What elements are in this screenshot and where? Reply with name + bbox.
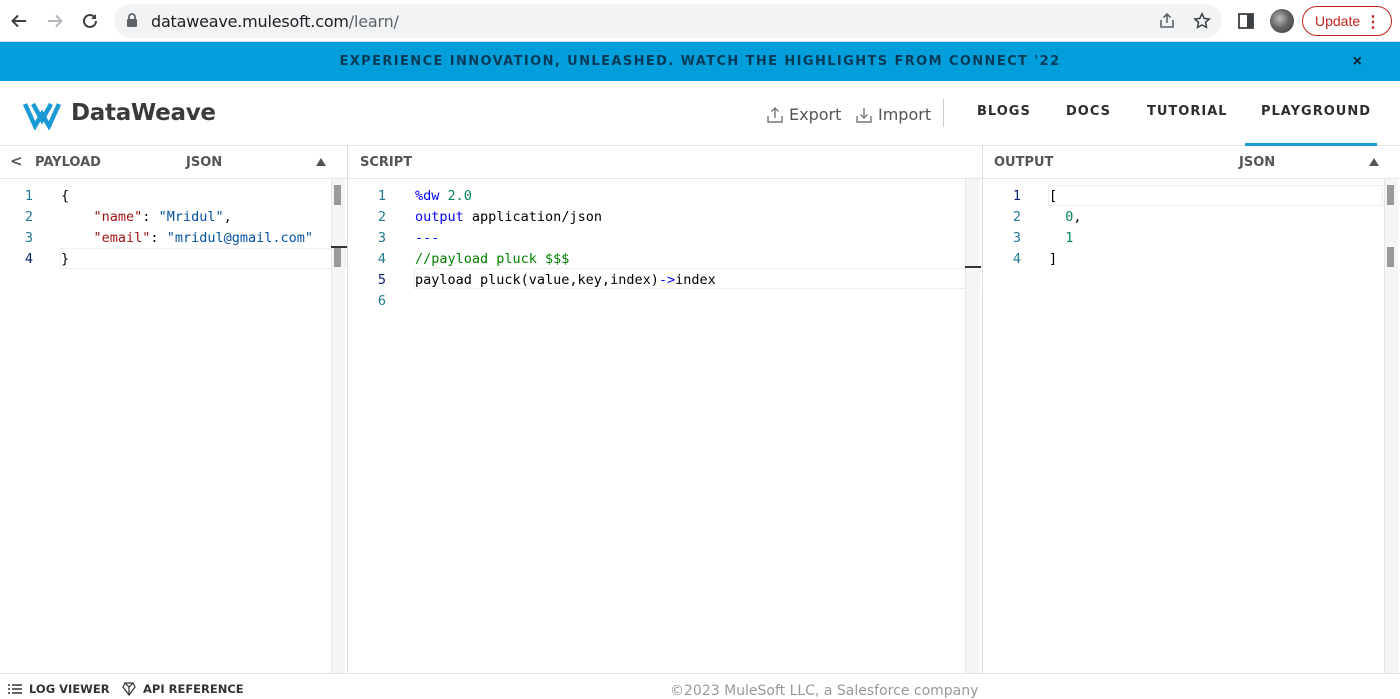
- side-panel-icon[interactable]: [1235, 10, 1257, 32]
- output-line-numbers: 1 2 3 4: [1001, 186, 1021, 270]
- code-line: payload pluck(value,key,index)->index: [415, 272, 716, 288]
- copyright-text: ©2023 MuleSoft LLC, a Salesforce company: [670, 683, 979, 699]
- code-line: "name": "Mridul",: [93, 209, 232, 225]
- nav-tutorial[interactable]: TUTORIAL: [1147, 104, 1228, 119]
- update-button[interactable]: Update ⋮: [1302, 6, 1392, 36]
- scroll-thumb[interactable]: [334, 247, 341, 267]
- script-title: SCRIPT: [360, 155, 413, 170]
- update-label: Update: [1315, 13, 1361, 29]
- line-number: 4: [377, 251, 386, 267]
- line-number: 2: [377, 209, 386, 225]
- banner-close-icon[interactable]: ×: [1353, 53, 1362, 71]
- more-menu-icon[interactable]: ⋮: [1365, 12, 1381, 32]
- line-number: 4: [24, 251, 33, 267]
- script-header: SCRIPT: [348, 146, 982, 179]
- payload-header: < PAYLOAD JSON: [0, 146, 347, 179]
- code-line: 0,: [1065, 209, 1082, 225]
- code-line: [: [1049, 188, 1058, 204]
- payload-editor[interactable]: { "name": "Mridul", "email": "mridul@gma…: [61, 186, 313, 270]
- forward-arrow-icon[interactable]: [44, 10, 66, 32]
- collapse-payload-icon[interactable]: <: [10, 152, 23, 170]
- output-scrollbar[interactable]: [1384, 179, 1398, 673]
- code-line: "email": "mridul@gmail.com": [93, 230, 313, 246]
- output-format-caret-icon[interactable]: [1369, 158, 1379, 166]
- payload-panel: < PAYLOAD JSON 1 2 3 4 { "name": "Mridul…: [0, 146, 347, 673]
- share-icon[interactable]: [1157, 11, 1177, 31]
- code-line: {: [61, 188, 70, 204]
- output-format-select[interactable]: JSON: [1239, 155, 1275, 170]
- output-panel: OUTPUT JSON 1 2 3 4 [ 0, 1 ]: [983, 146, 1400, 673]
- address-bar[interactable]: dataweave.mulesoft.com/learn/: [114, 4, 1222, 38]
- payload-format-select[interactable]: JSON: [186, 155, 222, 170]
- api-reference-label: API REFERENCE: [143, 682, 244, 696]
- reload-icon[interactable]: [79, 10, 101, 32]
- back-arrow-icon[interactable]: [8, 10, 30, 32]
- import-label: Import: [878, 105, 932, 124]
- payload-line-numbers: 1 2 3 4: [13, 186, 33, 270]
- export-label: Export: [789, 105, 842, 124]
- scroll-thumb[interactable]: [334, 185, 341, 205]
- output-header: OUTPUT JSON: [983, 146, 1400, 179]
- export-button[interactable]: Export: [766, 105, 841, 124]
- code-line: output application/json: [415, 209, 602, 225]
- nav-playground[interactable]: PLAYGROUND: [1261, 104, 1371, 119]
- dataweave-logo-icon[interactable]: [22, 98, 62, 130]
- payload-scrollbar[interactable]: [331, 179, 345, 673]
- header-divider: [943, 99, 944, 127]
- export-icon: [767, 106, 783, 123]
- line-number: 3: [24, 230, 33, 246]
- output-title: OUTPUT: [994, 155, 1054, 170]
- line-number: 5: [377, 272, 386, 288]
- nav-blogs[interactable]: BLOGS: [977, 104, 1031, 119]
- lock-icon: [126, 13, 138, 33]
- nav-docs[interactable]: DOCS: [1066, 104, 1111, 119]
- scroll-thumb[interactable]: [1387, 247, 1394, 267]
- bookmark-star-icon[interactable]: [1192, 11, 1212, 31]
- line-number: 1: [1012, 188, 1021, 204]
- app-header: DataWeave Export Import BLOGS DOCS TUTOR…: [0, 81, 1400, 146]
- log-viewer-label: LOG VIEWER: [29, 682, 110, 696]
- payload-format-caret-icon[interactable]: [316, 158, 326, 166]
- script-editor[interactable]: %dw 2.0 output application/json --- //pa…: [415, 186, 716, 312]
- banner-text[interactable]: EXPERIENCE INNOVATION, UNLEASHED. WATCH …: [339, 54, 1060, 69]
- book-icon: [122, 682, 136, 696]
- code-line: 1: [1065, 230, 1074, 246]
- output-viewer[interactable]: [ 0, 1 ]: [1049, 186, 1082, 270]
- line-number: 2: [1012, 209, 1021, 225]
- browser-toolbar: dataweave.mulesoft.com/learn/ Update ⋮: [0, 0, 1400, 42]
- code-line: }: [61, 251, 70, 267]
- line-number: 4: [1012, 251, 1021, 267]
- import-icon: [856, 107, 872, 123]
- url-text: dataweave.mulesoft.com/learn/: [151, 12, 399, 31]
- script-line-numbers: 1 2 3 4 5 6: [366, 186, 386, 312]
- import-button[interactable]: Import: [855, 105, 931, 124]
- scroll-thumb[interactable]: [1387, 185, 1394, 205]
- line-number: 3: [377, 230, 386, 246]
- line-number: 3: [1012, 230, 1021, 246]
- overview-ruler-marker: [965, 266, 981, 268]
- api-reference-button[interactable]: API REFERENCE: [122, 682, 244, 696]
- code-line: %dw 2.0: [415, 188, 472, 204]
- line-number: 1: [377, 188, 386, 204]
- code-line: ]: [1049, 251, 1058, 267]
- line-number: 2: [24, 209, 33, 225]
- app-footer: LOG VIEWER API REFERENCE ©2023 MuleSoft …: [0, 673, 1400, 699]
- promo-banner[interactable]: EXPERIENCE INNOVATION, UNLEASHED. WATCH …: [0, 42, 1400, 81]
- output-current-line: [1048, 185, 1383, 206]
- list-icon: [8, 684, 22, 694]
- code-line: ---: [415, 230, 440, 246]
- profile-avatar[interactable]: [1270, 9, 1294, 33]
- payload-title: PAYLOAD: [35, 155, 101, 170]
- script-scrollbar[interactable]: [965, 179, 979, 673]
- line-number: 6: [377, 293, 386, 309]
- log-viewer-button[interactable]: LOG VIEWER: [8, 682, 110, 696]
- code-line: //payload pluck $$$: [415, 251, 570, 267]
- overview-ruler-marker: [331, 246, 347, 248]
- brand-name[interactable]: DataWeave: [71, 100, 216, 126]
- line-number: 1: [24, 188, 33, 204]
- script-panel: SCRIPT 1 2 3 4 5 6 %dw 2.0 output applic…: [348, 146, 982, 673]
